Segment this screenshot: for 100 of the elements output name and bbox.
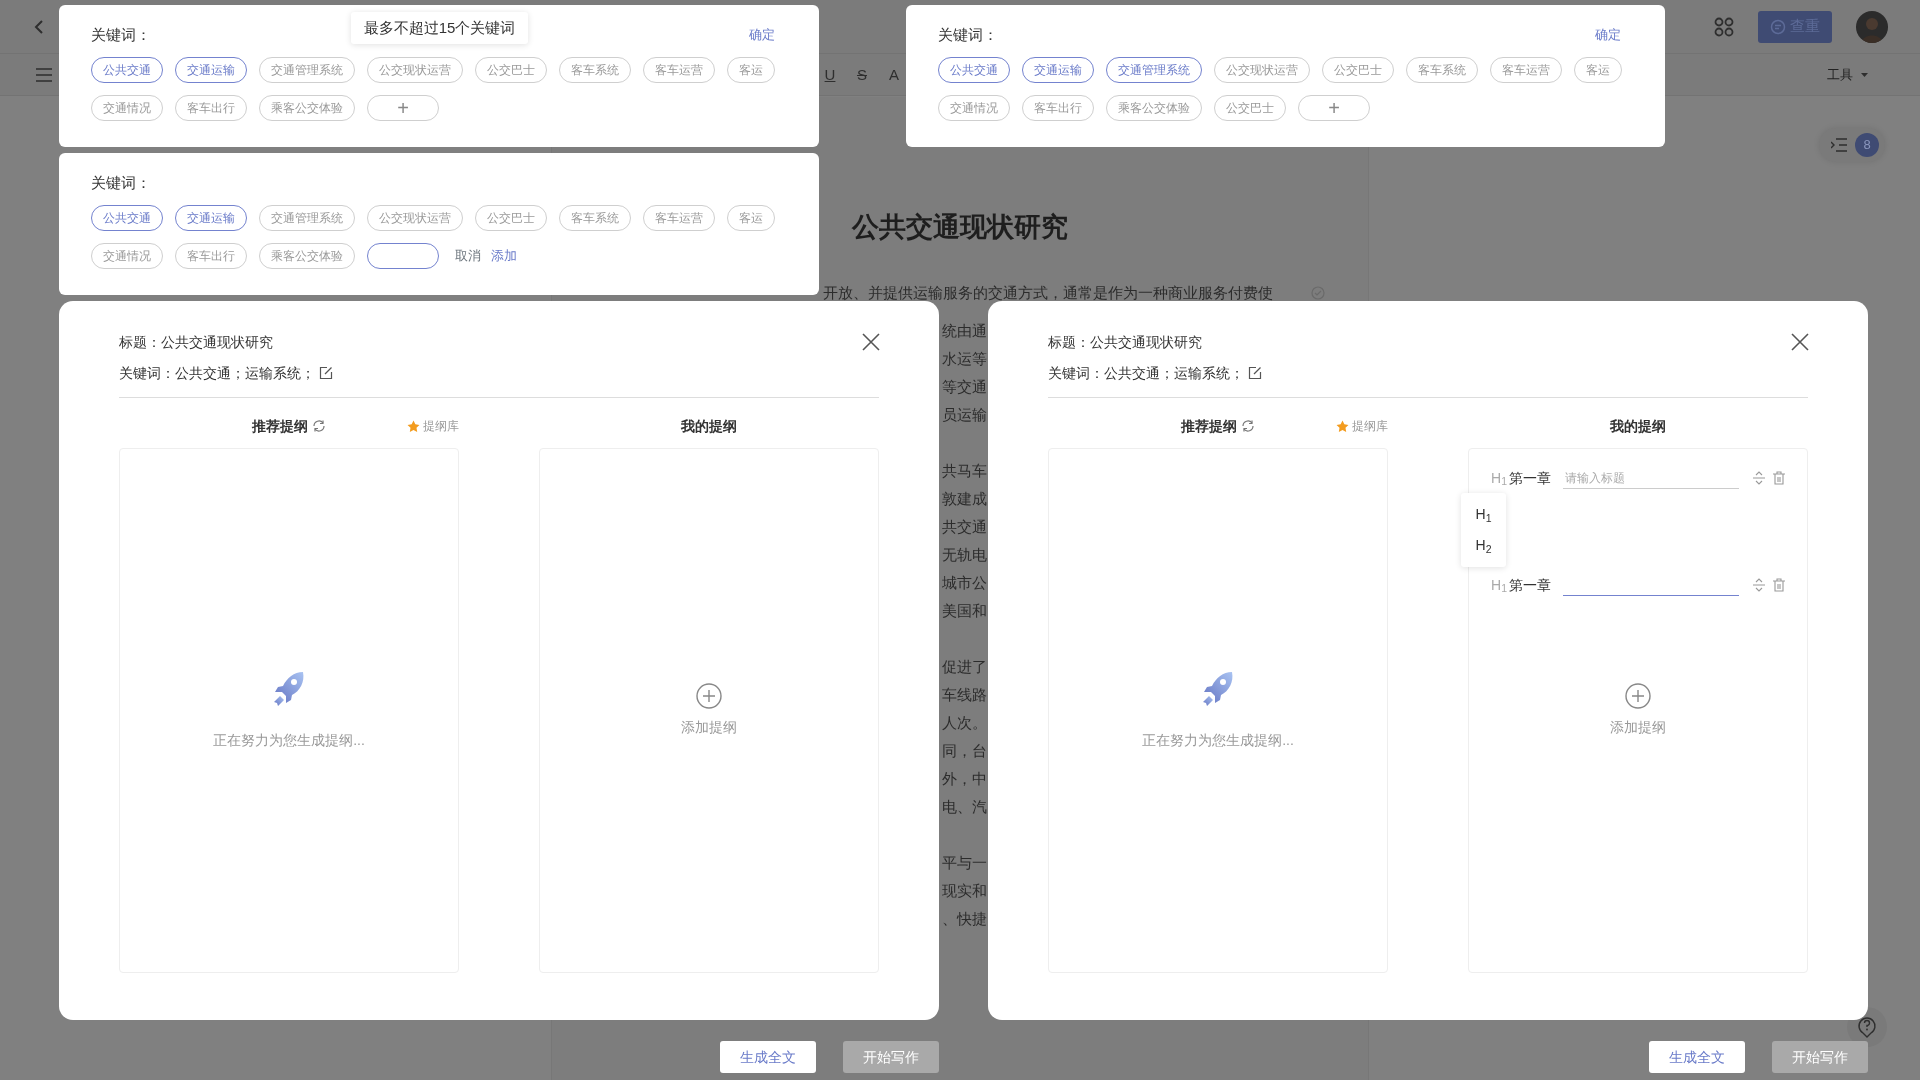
paragraph-text: 共交通 <box>942 517 987 537</box>
paragraph-text: 平与一 <box>942 853 987 873</box>
keywords-label: 关键词： <box>91 25 151 45</box>
paragraph-text: 敦建成 <box>942 489 987 509</box>
paragraph-text: 城市公 <box>942 573 987 593</box>
delete-icon[interactable] <box>1773 471 1785 485</box>
close-icon <box>1791 333 1809 352</box>
apps-icon[interactable] <box>1714 16 1734 37</box>
keyword-tag[interactable]: 客车运营 <box>1490 57 1562 83</box>
paragraph-text: 现实和 <box>942 881 987 901</box>
strike-button[interactable]: S <box>850 67 874 82</box>
underline-button[interactable]: U <box>818 67 842 82</box>
keyword-tag[interactable]: 交通运输 <box>1022 57 1094 83</box>
back-icon[interactable] <box>32 18 46 35</box>
keyword-tag[interactable]: 客车系统 <box>1406 57 1478 83</box>
loading-text: 正在努力为您生成提纲... <box>1142 731 1294 750</box>
tooltip: 最多不超过15个关键词 <box>351 12 528 44</box>
generate-button[interactable]: 生成全文 <box>1649 1041 1745 1073</box>
library-link[interactable]: 提纲库 <box>1336 417 1388 435</box>
keyword-tag[interactable]: 公交巴士 <box>475 57 547 83</box>
tools-menu[interactable]: 工具 <box>1827 64 1868 85</box>
add-icon[interactable] <box>696 683 722 709</box>
paragraph-text: 车线路 <box>942 685 987 705</box>
paragraph-text: 促进了 <box>942 657 987 677</box>
keyword-tag[interactable]: 客运 <box>727 57 775 83</box>
add-tag-button[interactable]: + <box>367 95 439 121</box>
keyword-tag[interactable]: 乘客公交体验 <box>259 243 355 269</box>
list-icon <box>1831 138 1847 152</box>
close-button[interactable] <box>861 331 881 351</box>
library-link[interactable]: 提纲库 <box>407 417 459 435</box>
refresh-icon[interactable] <box>312 419 326 433</box>
keyword-tag[interactable]: 公交巴士 <box>1322 57 1394 83</box>
count-badge: 8 <box>1855 133 1879 157</box>
keyword-tag[interactable]: 公交现状运营 <box>367 205 463 231</box>
keyword-tag[interactable]: 客运 <box>1574 57 1622 83</box>
keyword-tag[interactable]: 公交现状运营 <box>1214 57 1310 83</box>
keywords-text: 关键词：公共交通；运输系统； <box>119 364 315 383</box>
add-icon[interactable] <box>1625 683 1651 709</box>
paragraph-text: 人次。 <box>942 713 987 733</box>
avatar[interactable] <box>1856 10 1888 43</box>
paragraph-text: 美国和 <box>942 601 987 621</box>
sort-icon[interactable] <box>1753 578 1765 592</box>
keyword-tag[interactable]: 乘客公交体验 <box>1106 95 1202 121</box>
keyword-tag[interactable]: 公交巴士 <box>1214 95 1286 121</box>
keyword-tag[interactable]: 客车运营 <box>643 205 715 231</box>
keyword-tag[interactable]: 客车运营 <box>643 57 715 83</box>
keyword-tag[interactable]: 公共交通 <box>91 57 163 83</box>
add-outline-link[interactable]: 添加提纲 <box>681 717 737 738</box>
keyword-tag[interactable]: 交通情况 <box>91 95 163 121</box>
chapter-label: 第一章 <box>1509 468 1551 488</box>
confirm-link[interactable]: 确定 <box>749 25 775 45</box>
tag-input[interactable] <box>367 243 439 269</box>
keyword-tag[interactable]: 客车系统 <box>559 57 631 83</box>
add-tag-button[interactable]: + <box>1298 95 1370 121</box>
menu-item[interactable]: H$_{2}$ <box>1461 530 1506 561</box>
close-icon <box>862 333 880 352</box>
menu-icon[interactable] <box>36 67 52 82</box>
keyword-tag[interactable]: 交通情况 <box>938 95 1010 121</box>
paragraph-text: 开放、并提供运输服务的交通方式，通常是作为一种商业服务付费使 <box>823 283 1273 303</box>
menu-item[interactable]: H$_{1}$ <box>1461 499 1506 530</box>
circle-lines-icon <box>1770 18 1786 35</box>
keyword-tag[interactable]: 乘客公交体验 <box>259 95 355 121</box>
cancel-link[interactable]: 取消 <box>455 246 481 266</box>
keyword-tag[interactable]: 交通管理系统 <box>259 205 355 231</box>
keyword-tag[interactable]: 交通管理系统 <box>259 57 355 83</box>
keyword-tag[interactable]: 客车系统 <box>559 205 631 231</box>
keyword-tag[interactable]: 公交现状运营 <box>367 57 463 83</box>
keyword-tag[interactable]: 交通运输 <box>175 205 247 231</box>
edit-icon[interactable] <box>1248 366 1262 380</box>
title-text: 标题：公共交通现状研究 <box>119 333 273 352</box>
keyword-tag[interactable]: 公交巴士 <box>475 205 547 231</box>
edit-icon[interactable] <box>319 366 333 380</box>
add-link[interactable]: 添加 <box>491 246 517 266</box>
keyword-tag[interactable]: 客车出行 <box>175 243 247 269</box>
keyword-tag[interactable]: 交通管理系统 <box>1106 57 1202 83</box>
confirm-link[interactable]: 确定 <box>1595 25 1621 45</box>
font-button[interactable]: A <box>882 67 906 82</box>
sort-icon[interactable] <box>1753 471 1765 485</box>
heading-level[interactable]: H$_{1}$ <box>1491 574 1507 596</box>
column-heading: 我的提纲 <box>681 416 737 436</box>
keyword-tag[interactable]: 交通情况 <box>91 243 163 269</box>
title-text: 标题：公共交通现状研究 <box>1048 333 1202 352</box>
column-heading: 推荐提纲 <box>1181 416 1237 436</box>
delete-icon[interactable] <box>1773 578 1785 592</box>
paragraph-text: 电、汽 <box>942 797 987 817</box>
keyword-tag[interactable]: 公共交通 <box>91 205 163 231</box>
add-outline-link[interactable]: 添加提纲 <box>1610 717 1666 738</box>
keyword-tag[interactable]: 交通运输 <box>175 57 247 83</box>
generate-button[interactable]: 生成全文 <box>720 1041 816 1073</box>
keyword-tag[interactable]: 公共交通 <box>938 57 1010 83</box>
heading-level[interactable]: H$_{1}$ <box>1491 467 1507 489</box>
paragraph-text: 无轨电 <box>942 545 987 565</box>
paragraph-text: 水运等 <box>942 349 987 369</box>
paragraph-text: 共马车 <box>942 461 987 481</box>
keyword-tag[interactable]: 客运 <box>727 205 775 231</box>
refresh-icon[interactable] <box>1241 419 1255 433</box>
keyword-tag[interactable]: 客车出行 <box>1022 95 1094 121</box>
keyword-tag[interactable]: 客车出行 <box>175 95 247 121</box>
outline-toggle[interactable]: 8 <box>1819 128 1885 162</box>
close-button[interactable] <box>1790 331 1810 351</box>
